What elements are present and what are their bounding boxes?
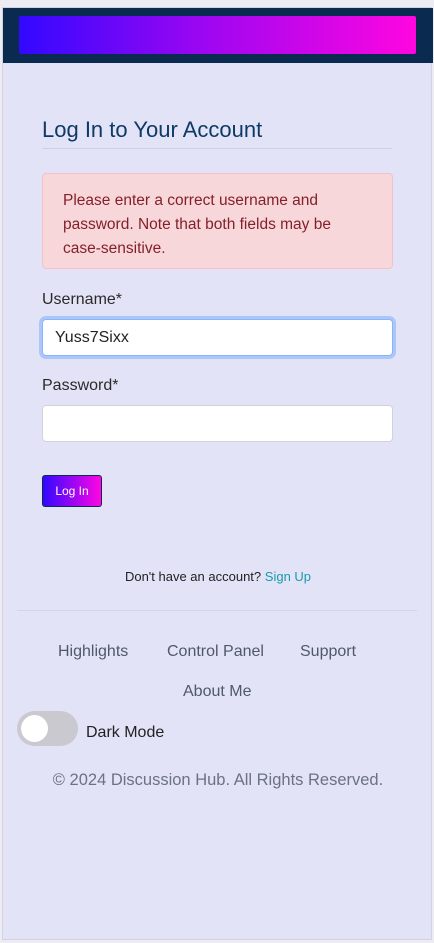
username-label: Username* <box>42 291 123 308</box>
signup-link[interactable]: Sign Up <box>265 569 311 584</box>
copyright-text: © 2024 Discussion Hub. All Rights Reserv… <box>52 771 384 789</box>
footer-link-support[interactable]: Support <box>300 643 356 661</box>
title-divider <box>42 148 392 149</box>
footer-divider <box>17 610 417 611</box>
gradient-banner <box>19 16 416 54</box>
signup-prompt-text: Don't have an account? <box>124 569 262 584</box>
page-title: Log In to Your Account <box>42 117 263 142</box>
footer-link-control-panel[interactable]: Control Panel <box>167 643 264 661</box>
login-button[interactable]: Log In <box>42 475 102 507</box>
dark-mode-toggle[interactable] <box>17 711 78 746</box>
error-alert: Please enter a correct username and pass… <box>42 173 393 269</box>
password-label: Password* <box>42 377 119 394</box>
dark-mode-label: Dark Mode <box>86 724 165 741</box>
footer-link-highlights[interactable]: Highlights <box>58 643 128 661</box>
page-container: Log In to Your Account Please enter a co… <box>2 7 433 940</box>
signup-prompt-line: Don't have an account? Sign Up <box>3 569 433 584</box>
top-navbar <box>3 8 433 63</box>
footer-link-about-me[interactable]: About Me <box>183 683 251 701</box>
toggle-knob <box>21 715 48 742</box>
password-input[interactable] <box>42 405 393 442</box>
username-input[interactable] <box>42 319 393 356</box>
